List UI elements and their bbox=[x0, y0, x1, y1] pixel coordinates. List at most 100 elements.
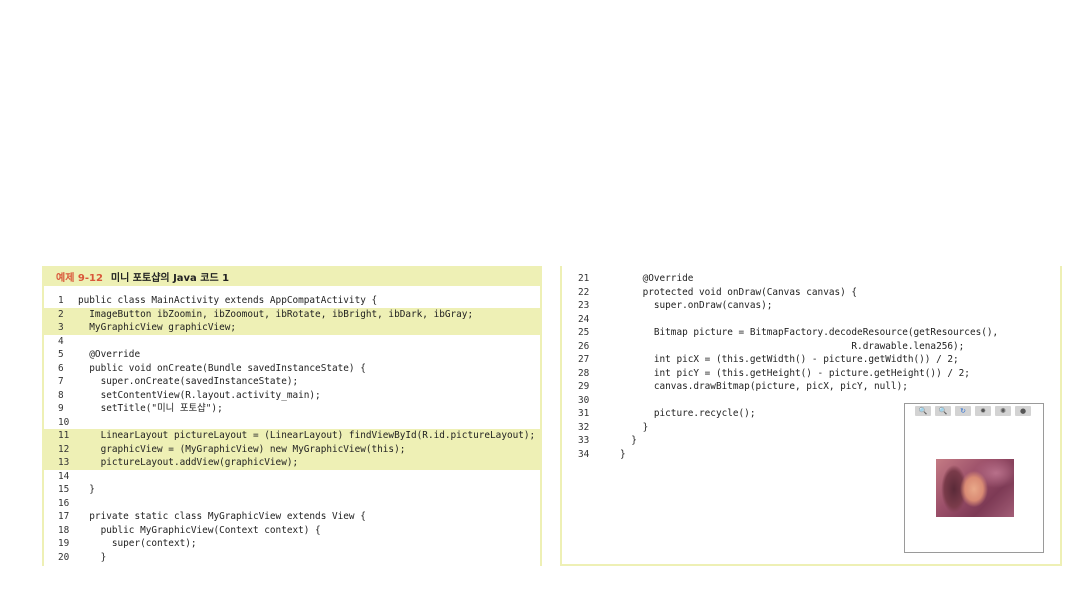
line-number: 28 bbox=[578, 367, 590, 379]
code-text: } bbox=[620, 448, 626, 460]
code-text: protected void onDraw(Canvas canvas) { bbox=[620, 286, 858, 298]
code-line: 3 MyGraphicView graphicView; bbox=[44, 321, 540, 335]
code-line: 18 public MyGraphicView(Context context)… bbox=[44, 524, 540, 538]
line-number: 13 bbox=[58, 457, 70, 468]
code-text: int picX = (this.getWidth() - picture.ge… bbox=[620, 354, 959, 365]
line-number: 26 bbox=[578, 340, 590, 352]
code-line: 15 } bbox=[44, 483, 540, 497]
code-text: } bbox=[620, 421, 649, 433]
line-number: 31 bbox=[578, 408, 590, 419]
code-text: private static class MyGraphicView exten… bbox=[78, 511, 366, 522]
line-number: 20 bbox=[58, 551, 70, 563]
code-text: R.drawable.lena256); bbox=[620, 340, 965, 352]
code-line: 10 bbox=[44, 416, 540, 430]
zoom-in-icon[interactable]: 🔍 bbox=[915, 406, 931, 416]
code-block-left: 1 public class MainActivity extends AppCo… bbox=[44, 294, 540, 564]
lena-image bbox=[936, 459, 1014, 517]
example-number: 예제 9-12 bbox=[56, 272, 103, 284]
line-number: 25 bbox=[578, 327, 590, 338]
code-text: picture.recycle(); bbox=[620, 408, 756, 419]
line-number: 1 bbox=[58, 295, 64, 306]
dark-icon[interactable]: ✺ bbox=[995, 406, 1011, 416]
code-text: Bitmap picture = BitmapFactory.decodeRes… bbox=[620, 327, 999, 338]
line-number: 32 bbox=[578, 421, 590, 433]
app-preview: 🔍 🔍 ↻ ✹ ✺ ● bbox=[904, 403, 1044, 553]
line-number: 27 bbox=[578, 354, 590, 365]
code-line: 6 public void onCreate(Bundle savedInsta… bbox=[44, 362, 540, 376]
line-number: 9 bbox=[58, 403, 64, 414]
code-line: 12 graphicView = (MyGraphicView) new MyG… bbox=[44, 442, 540, 456]
line-number: 7 bbox=[58, 376, 64, 387]
line-number: 11 bbox=[58, 430, 70, 441]
code-line: 5 @Override bbox=[44, 348, 540, 362]
line-number: 17 bbox=[58, 511, 70, 522]
line-number: 23 bbox=[578, 300, 590, 311]
line-number: 30 bbox=[578, 394, 590, 406]
code-text: setTitle("미니 포토샵"); bbox=[78, 403, 223, 414]
line-number: 10 bbox=[58, 416, 70, 428]
code-line: 4 bbox=[44, 335, 540, 349]
code-line: 14 bbox=[44, 470, 540, 484]
line-number: 21 bbox=[578, 273, 590, 284]
line-number: 15 bbox=[58, 484, 70, 495]
code-line: 17 private static class MyGraphicView ex… bbox=[44, 510, 540, 524]
rotate-icon[interactable]: ↻ bbox=[955, 406, 971, 416]
zoom-out-icon[interactable]: 🔍 bbox=[935, 406, 951, 416]
code-line: 22 protected void onDraw(Canvas canvas) … bbox=[562, 286, 1060, 300]
code-line: 16 bbox=[44, 497, 540, 511]
code-text: super(context); bbox=[78, 538, 197, 549]
code-text: public void onCreate(Bundle savedInstanc… bbox=[78, 362, 366, 374]
line-number: 22 bbox=[578, 286, 590, 298]
preview-toolbar: 🔍 🔍 ↻ ✹ ✺ ● bbox=[915, 406, 1031, 416]
code-line: 7 super.onCreate(savedInstanceState); bbox=[44, 375, 540, 389]
line-number: 14 bbox=[58, 470, 70, 482]
line-number: 4 bbox=[58, 335, 64, 347]
code-text: super.onDraw(canvas); bbox=[620, 300, 773, 311]
code-line: 26 R.drawable.lena256); bbox=[562, 340, 1060, 354]
bright-icon[interactable]: ✹ bbox=[975, 406, 991, 416]
code-text: graphicView = (MyGraphicView) new MyGrap… bbox=[78, 443, 406, 455]
code-line: 29 canvas.drawBitmap(picture, picX, picY… bbox=[562, 380, 1060, 394]
line-number: 34 bbox=[578, 448, 590, 460]
code-line: 20 } bbox=[44, 551, 540, 565]
code-line: 1 public class MainActivity extends AppCo… bbox=[44, 294, 540, 308]
code-text: public class MainActivity extends AppCom… bbox=[78, 295, 378, 306]
code-line: 23 super.onDraw(canvas); bbox=[562, 299, 1060, 313]
code-text: } bbox=[78, 484, 95, 495]
line-number: 3 bbox=[58, 322, 64, 333]
line-number: 8 bbox=[58, 389, 64, 401]
line-number: 18 bbox=[58, 524, 70, 536]
code-line: 27 int picX = (this.getWidth() - picture… bbox=[562, 353, 1060, 367]
code-text: ImageButton ibZoomin, ibZoomout, ibRotat… bbox=[78, 308, 474, 320]
code-panel-left: 예제 9-12 미니 포토샵의 Java 코드 1 1 public class … bbox=[42, 266, 542, 566]
code-text: } bbox=[78, 551, 107, 563]
code-line: 8 setContentView(R.layout.activity_main)… bbox=[44, 389, 540, 403]
code-line: 13 pictureLayout.addView(graphicView); bbox=[44, 456, 540, 470]
example-title: 미니 포토샵의 Java 코드 1 bbox=[110, 272, 230, 284]
code-line: 2 ImageButton ibZoomin, ibZoomout, ibRot… bbox=[44, 307, 540, 321]
code-line: 25 Bitmap picture = BitmapFactory.decode… bbox=[562, 326, 1060, 340]
code-text: setContentView(R.layout.activity_main); bbox=[78, 389, 321, 401]
line-number: 2 bbox=[58, 308, 64, 320]
code-text: super.onCreate(savedInstanceState); bbox=[78, 376, 299, 387]
code-line: 11 LinearLayout pictureLayout = (LinearL… bbox=[44, 429, 540, 443]
code-text: int picY = (this.getHeight() - picture.g… bbox=[620, 367, 970, 379]
line-number: 29 bbox=[578, 381, 590, 392]
code-line: 19 super(context); bbox=[44, 537, 540, 551]
code-line: 9 setTitle("미니 포토샵"); bbox=[44, 402, 540, 416]
line-number: 5 bbox=[58, 349, 64, 360]
line-number: 6 bbox=[58, 362, 64, 374]
code-text: public MyGraphicView(Context context) { bbox=[78, 524, 321, 536]
line-number: 24 bbox=[578, 313, 590, 325]
code-text: @Override bbox=[620, 273, 694, 284]
line-number: 16 bbox=[58, 497, 70, 509]
code-line: 24 bbox=[562, 313, 1060, 327]
code-text: canvas.drawBitmap(picture, picX, picY, n… bbox=[620, 381, 908, 392]
gray-icon[interactable]: ● bbox=[1015, 406, 1031, 416]
code-line: 21 @Override bbox=[562, 272, 1060, 286]
code-text: MyGraphicView graphicView; bbox=[78, 322, 237, 333]
code-text: pictureLayout.addView(graphicView); bbox=[78, 457, 299, 468]
example-title-bar: 예제 9-12 미니 포토샵의 Java 코드 1 bbox=[44, 266, 540, 286]
code-text: @Override bbox=[78, 349, 141, 360]
line-number: 33 bbox=[578, 435, 590, 446]
